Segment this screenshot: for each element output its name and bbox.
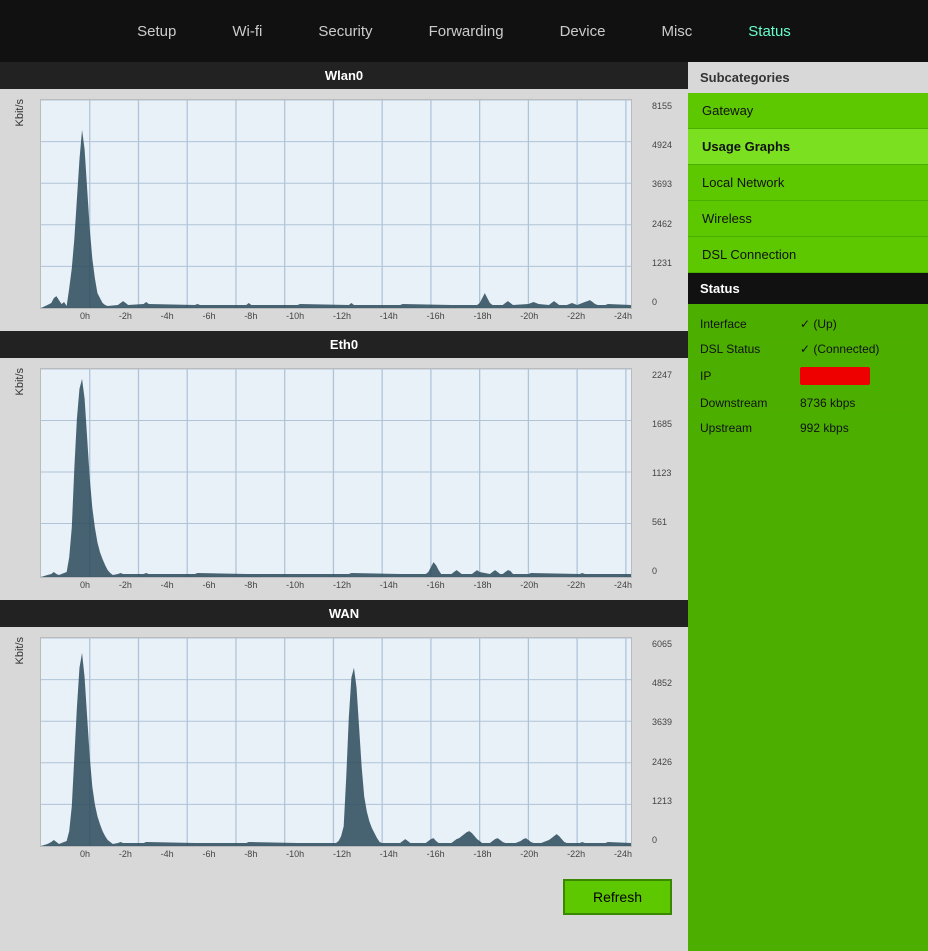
wlan0-y-1231: 1231 [652,258,682,268]
nav-security[interactable]: Security [290,0,400,62]
eth0-section: Eth0 Kbit/s [0,331,688,600]
status-downstream-row: Downstream 8736 kbps [700,391,916,416]
wlan0-y-8155: 8155 [652,101,682,111]
top-navigation: Setup Wi-fi Security Forwarding Device M… [0,0,928,62]
nav-status[interactable]: Status [720,0,819,62]
status-interface-row: Interface ✓ (Up) [700,312,916,337]
wan-y-label: Kbit/s [0,637,40,665]
status-ip-key: IP [700,369,800,383]
nav-wifi[interactable]: Wi-fi [204,0,290,62]
eth0-x-axis: 0h -2h -4h -6h -8h -10h -12h -14h -16h -… [80,578,632,590]
wlan0-graph-wrapper: Kbit/s [0,89,688,331]
wan-header: WAN [0,600,688,627]
refresh-button[interactable]: Refresh [563,879,672,915]
sidebar-local-network[interactable]: Local Network [688,165,928,201]
wan-y-2426: 2426 [652,757,682,767]
wan-y-6065: 6065 [652,639,682,649]
wan-y-1213: 1213 [652,796,682,806]
status-upstream-val: 992 kbps [800,421,916,435]
status-downstream-val: 8736 kbps [800,396,916,410]
wlan0-y-3693: 3693 [652,179,682,189]
wan-y-4852: 4852 [652,678,682,688]
status-dsl-val: ✓ (Connected) [800,342,916,356]
wlan0-y-2462: 2462 [652,219,682,229]
status-interface-val: ✓ (Up) [800,317,916,331]
refresh-area: Refresh [0,869,688,931]
wlan0-chart [40,99,632,309]
wlan0-section: Wlan0 Kbit/s [0,62,688,331]
eth0-y-561: 561 [652,517,682,527]
wlan0-x-axis: 0h -2h -4h -6h -8h -10h -12h -14h -16h -… [80,309,632,321]
eth0-graph-wrapper: Kbit/s [0,358,688,600]
subcategories-title: Subcategories [688,62,928,93]
wan-y-3639: 3639 [652,717,682,727]
sidebar-dsl-connection[interactable]: DSL Connection [688,237,928,273]
sidebar-wireless[interactable]: Wireless [688,201,928,237]
eth0-y-1685: 1685 [652,419,682,429]
wan-x-axis: 0h -2h -4h -6h -8h -10h -12h -14h -16h -… [80,847,632,859]
eth0-header: Eth0 [0,331,688,358]
status-dsl-key: DSL Status [700,342,800,356]
status-panel-title: Status [688,273,928,304]
status-interface-key: Interface [700,317,800,331]
nav-misc[interactable]: Misc [633,0,720,62]
wlan0-y-0: 0 [652,297,682,307]
eth0-y-label: Kbit/s [0,368,40,396]
wlan0-y-4924: 4924 [652,140,682,150]
status-ip-row: IP [700,362,916,391]
nav-forwarding[interactable]: Forwarding [401,0,532,62]
status-upstream-key: Upstream [700,421,800,435]
right-sidebar: Subcategories Gateway Usage Graphs Local… [688,62,928,951]
wan-y-0: 0 [652,835,682,845]
status-upstream-row: Upstream 992 kbps [700,416,916,440]
eth0-chart [40,368,632,578]
wan-section: WAN Kbit/s [0,600,688,869]
status-downstream-key: Downstream [700,396,800,410]
sidebar-usage-graphs[interactable]: Usage Graphs [688,129,928,165]
wlan0-y-label: Kbit/s [0,99,40,127]
wlan0-header: Wlan0 [0,62,688,89]
eth0-y-0: 0 [652,566,682,576]
wan-chart [40,637,632,847]
status-ip-block [800,367,870,385]
nav-setup[interactable]: Setup [109,0,204,62]
sidebar-gateway[interactable]: Gateway [688,93,928,129]
content-area: Wlan0 Kbit/s [0,62,688,951]
eth0-y-2247: 2247 [652,370,682,380]
nav-device[interactable]: Device [532,0,634,62]
status-table: Interface ✓ (Up) DSL Status ✓ (Connected… [688,304,928,448]
status-dsl-row: DSL Status ✓ (Connected) [700,337,916,362]
eth0-y-1123: 1123 [652,468,682,478]
wan-graph-wrapper: Kbit/s [0,627,688,869]
main-layout: Wlan0 Kbit/s [0,62,928,951]
